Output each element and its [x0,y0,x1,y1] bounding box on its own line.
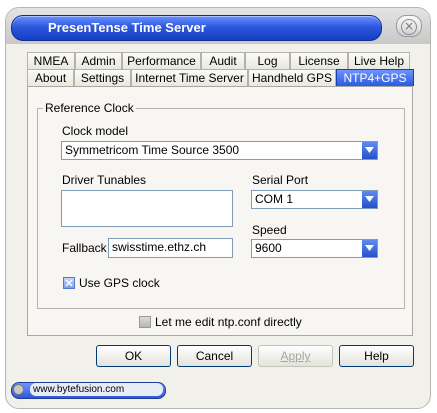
cancel-button[interactable]: Cancel [177,345,252,367]
apply-button[interactable]: Apply [258,345,333,367]
tab-log[interactable]: Log [245,52,290,69]
tab-audit[interactable]: Audit [201,52,245,69]
speed-value: 9600 [255,241,282,255]
serial-port-select[interactable]: COM 1 [251,190,378,209]
speed-select[interactable]: 9600 [251,239,378,258]
window-title: PresenTense Time Server [48,20,206,35]
clock-model-value: Symmetricom Time Source 3500 [65,143,240,157]
status-indicator-icon [13,384,24,395]
tab-live-help[interactable]: Live Help [348,52,410,69]
tab-nmea[interactable]: NMEA [27,52,75,69]
clock-model-label: Clock model [62,124,129,138]
tab-license[interactable]: License [290,52,348,69]
ok-button[interactable]: OK [96,345,171,367]
dropdown-arrow-icon[interactable] [362,191,377,208]
title-capsule: PresenTense Time Server [11,15,382,41]
reference-clock-legend: Reference Clock [43,101,136,115]
tab-ntp4-gps[interactable]: NTP4+GPS [336,69,414,86]
driver-tunables-label: Driver Tunables [62,173,147,187]
dropdown-arrow-icon[interactable] [362,240,377,257]
help-button[interactable]: Help [339,345,414,367]
checkmark-icon [65,279,73,287]
driver-tunables-field[interactable] [61,190,233,227]
tab-settings[interactable]: Settings [74,69,131,86]
tab-internet-time-server[interactable]: Internet Time Server [131,69,248,86]
fallback-field[interactable]: swisstime.ethz.ch [108,238,233,258]
use-gps-label: Use GPS clock [79,276,160,290]
serial-port-value: COM 1 [255,192,294,206]
title-bar[interactable]: PresenTense Time Server × [6,8,430,44]
speed-label: Speed [252,223,287,237]
serial-port-label: Serial Port [252,173,309,187]
tab-about[interactable]: About [27,69,74,86]
dropdown-arrow-icon[interactable] [362,142,377,159]
fallback-label: Fallback [62,241,107,255]
edit-ntp-conf-label: Let me edit ntp.conf directly [155,315,302,329]
tab-handheld-gps[interactable]: Handheld GPS [248,69,336,86]
close-icon: × [401,19,417,35]
status-bar: www.bytefusion.com [11,382,166,399]
app-window: PresenTense Time Server × NMEA Admin Per… [5,7,431,409]
tab-performance[interactable]: Performance [122,52,201,69]
close-button[interactable]: × [396,15,422,37]
use-gps-checkbox[interactable] [63,277,75,289]
website-link[interactable]: www.bytefusion.com [30,383,163,396]
edit-ntp-conf-checkbox[interactable] [139,316,151,328]
tab-admin[interactable]: Admin [75,52,122,69]
clock-model-select[interactable]: Symmetricom Time Source 3500 [61,141,378,160]
